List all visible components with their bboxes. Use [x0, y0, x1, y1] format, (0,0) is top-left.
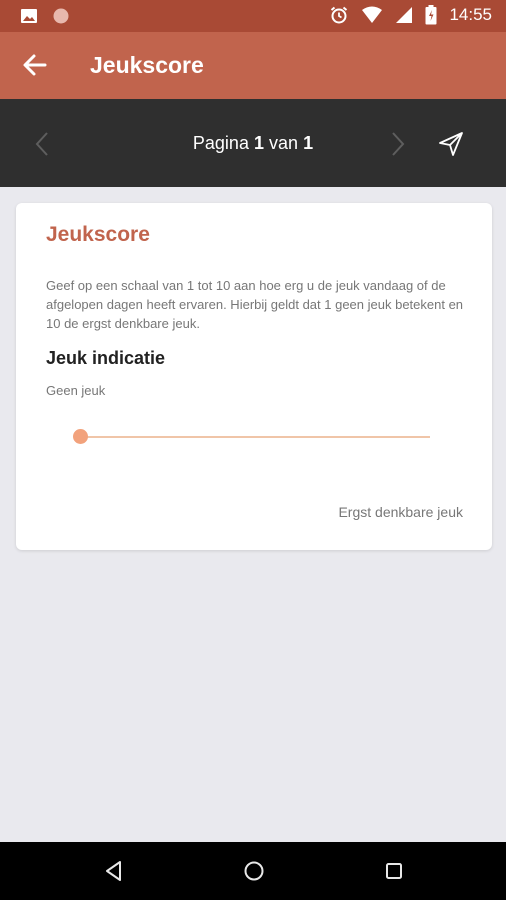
slider-max-label: Ergst denkbare jeuk: [338, 504, 463, 520]
circle-notification-icon: [53, 8, 69, 24]
wifi-icon: [362, 6, 383, 23]
section-title: Jeuk indicatie: [46, 348, 166, 368]
back-button[interactable]: [20, 50, 50, 80]
slider-min-label: Geen jeuk: [46, 383, 106, 398]
card-description: Geef op een schaal van 1 tot 10 aan hoe …: [46, 278, 464, 331]
chevron-right-icon: [392, 132, 405, 156]
itch-score-slider[interactable]: [73, 426, 433, 450]
alarm-icon: [331, 6, 348, 24]
triangle-back-icon: [106, 861, 121, 881]
pager-bar: Pagina 1 van 1: [0, 99, 506, 187]
circle-home-icon: [244, 861, 264, 881]
battery-icon: [425, 5, 437, 25]
status-right-icons: 14:55: [329, 5, 492, 25]
nav-recent-apps-button[interactable]: [380, 857, 408, 885]
page-total: 1: [303, 133, 314, 153]
page-current: 1: [253, 133, 264, 153]
send-button[interactable]: [436, 129, 466, 159]
slider-thumb[interactable]: [73, 429, 88, 444]
nav-home-button[interactable]: [240, 857, 268, 885]
slider-track[interactable]: [81, 436, 430, 438]
status-left-icons: [20, 7, 70, 25]
send-icon: [439, 132, 463, 156]
status-bar: 14:55: [0, 0, 506, 32]
status-time: 14:55: [449, 5, 492, 24]
square-recent-icon: [386, 863, 402, 879]
arrow-left-icon: [23, 54, 47, 76]
page-prefix: Pagina: [192, 133, 249, 153]
card-title: Jeukscore: [46, 223, 150, 246]
image-icon: [21, 9, 37, 23]
system-nav-bar: [0, 842, 506, 900]
page-separator: van: [269, 133, 299, 153]
nav-back-button[interactable]: [100, 857, 128, 885]
signal-icon: [396, 7, 413, 23]
app-bar: Jeukscore: [0, 32, 506, 99]
page-indicator: Pagina 1 van 1: [0, 133, 506, 154]
question-card: Jeukscore Geef op een schaal van 1 tot 1…: [16, 203, 492, 550]
app-title: Jeukscore: [90, 52, 204, 78]
next-page-button[interactable]: [384, 129, 410, 159]
